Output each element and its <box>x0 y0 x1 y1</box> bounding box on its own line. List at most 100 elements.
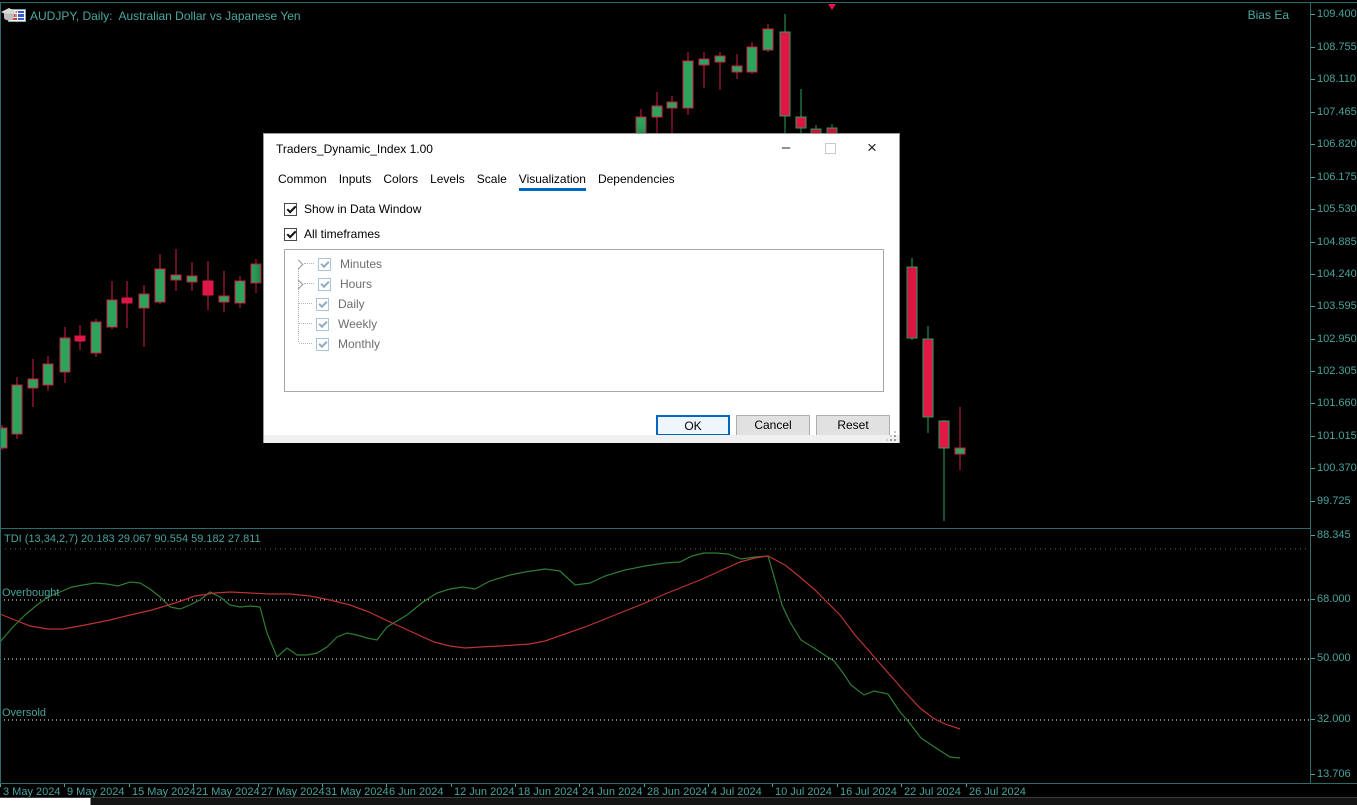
candle <box>906 258 918 340</box>
cancel-button[interactable]: Cancel <box>736 415 810 436</box>
candle <box>731 54 743 79</box>
price-tick <box>1311 371 1315 372</box>
date-tick <box>515 784 516 787</box>
checkbox[interactable] <box>316 337 329 351</box>
date-tick <box>451 784 452 787</box>
chevron-right-icon[interactable] <box>293 279 304 289</box>
checkbox[interactable] <box>318 257 331 271</box>
tree-item-label: Daily <box>338 297 365 311</box>
candle <box>202 261 214 310</box>
price-label: 50.000 <box>1317 652 1351 664</box>
tdi-red-line <box>0 555 961 730</box>
graduation-cap-icon[interactable] <box>0 7 18 23</box>
date-axis[interactable]: 3 May 2024 9 May 2024 15 May 2024 21 May 20… <box>0 784 1357 798</box>
tab-colors[interactable]: Colors <box>383 170 418 191</box>
price-tick <box>1311 79 1315 80</box>
tdi-separator[interactable] <box>0 528 1311 529</box>
checkbox[interactable] <box>284 202 297 216</box>
price-label: 101.015 <box>1317 430 1357 442</box>
candle <box>121 281 133 328</box>
price-label: 32.000 <box>1317 713 1351 725</box>
tab-scale[interactable]: Scale <box>477 170 507 191</box>
price-tick <box>1311 658 1315 659</box>
price-tick <box>1311 719 1315 720</box>
resize-grip-icon[interactable] <box>886 431 896 441</box>
tab-common[interactable]: Common <box>278 170 327 191</box>
date-tick <box>322 784 323 787</box>
ea-name-label: Bias Ea <box>1247 8 1289 22</box>
price-tick <box>1311 599 1315 600</box>
tree-item-monthly[interactable]: Monthly <box>285 334 883 354</box>
checkbox[interactable] <box>316 317 329 331</box>
checkbox-label: Show in Data Window <box>304 202 422 216</box>
candle <box>698 52 710 88</box>
tree-connector <box>299 303 312 305</box>
price-tick <box>1311 339 1315 340</box>
tree-item-minutes[interactable]: Minutes <box>285 254 883 274</box>
ok-button[interactable]: OK <box>656 415 730 436</box>
candle <box>11 377 23 439</box>
price-tick <box>1311 209 1315 210</box>
dialog-tab-strip: Common Inputs Colors Levels Scale Visualizati… <box>278 170 675 191</box>
top-border <box>0 2 1357 3</box>
date-tick <box>129 784 130 787</box>
checkbox[interactable] <box>316 297 329 311</box>
price-label: 101.660 <box>1317 397 1357 409</box>
tab-visualization[interactable]: Visualization <box>518 170 586 191</box>
dialog-titlebar[interactable]: Traders_Dynamic_Index 1.00 – × <box>264 134 899 164</box>
price-label: 107.465 <box>1317 106 1357 118</box>
price-label: 105.530 <box>1317 203 1357 215</box>
dialog-title: Traders_Dynamic_Index 1.00 <box>276 142 433 156</box>
price-label: 106.820 <box>1317 138 1357 150</box>
price-label: 13.706 <box>1317 768 1351 780</box>
price-label: 108.110 <box>1317 73 1356 85</box>
date-tick <box>644 784 645 787</box>
tab-inputs[interactable]: Inputs <box>339 170 372 191</box>
candle <box>138 285 150 347</box>
chevron-right-icon[interactable] <box>293 259 304 269</box>
candle <box>74 325 86 350</box>
maximize-icon[interactable] <box>813 134 847 164</box>
price-label: 102.950 <box>1317 333 1357 345</box>
tree-item-daily[interactable]: Daily <box>285 294 883 314</box>
price-tick <box>1311 403 1315 404</box>
price-tick <box>1311 47 1315 48</box>
price-tick <box>1311 177 1315 178</box>
date-tick <box>837 784 838 787</box>
reset-button[interactable]: Reset <box>816 415 890 436</box>
checkbox-show-in-data-window[interactable]: Show in Data Window <box>284 202 421 216</box>
tdi-indicator-values: TDI (13,34,2,7) 20.183 29.067 90.554 59.… <box>4 533 261 545</box>
tab-dependencies[interactable]: Dependencies <box>598 170 675 191</box>
date-tick <box>258 784 259 787</box>
left-border <box>0 2 1 783</box>
candle <box>714 52 726 90</box>
price-label: 103.595 <box>1317 300 1357 312</box>
candle <box>250 259 262 293</box>
price-label: 109.400 <box>1317 8 1357 20</box>
date-tick <box>901 784 902 787</box>
price-axis-border <box>1310 2 1311 783</box>
checkbox[interactable] <box>284 227 297 241</box>
active-chart-tab[interactable] <box>0 798 91 805</box>
tree-item-weekly[interactable]: Weekly <box>285 314 883 334</box>
candle <box>234 276 246 308</box>
checkbox[interactable] <box>318 277 331 291</box>
checkbox-label: All timeframes <box>304 227 381 241</box>
checkbox-all-timeframes[interactable]: All timeframes <box>284 227 380 241</box>
price-label: 88.345 <box>1317 529 1351 541</box>
candle <box>59 327 71 383</box>
date-tick <box>64 784 65 787</box>
price-tick <box>1311 774 1315 775</box>
date-tick <box>193 784 194 787</box>
close-icon[interactable]: × <box>855 134 889 164</box>
candle <box>42 356 54 391</box>
price-label: 106.175 <box>1317 171 1357 183</box>
timeframes-tree[interactable]: Minutes Hours Daily Weekly Monthly <box>284 249 884 392</box>
sell-arrow-icon <box>828 4 836 10</box>
tree-item-hours[interactable]: Hours <box>285 274 883 294</box>
tab-levels[interactable]: Levels <box>430 170 465 191</box>
dialog-footer <box>264 435 899 443</box>
price-label: 104.885 <box>1317 236 1357 248</box>
minimize-icon[interactable]: – <box>769 134 803 164</box>
tree-item-label: Hours <box>340 277 373 291</box>
